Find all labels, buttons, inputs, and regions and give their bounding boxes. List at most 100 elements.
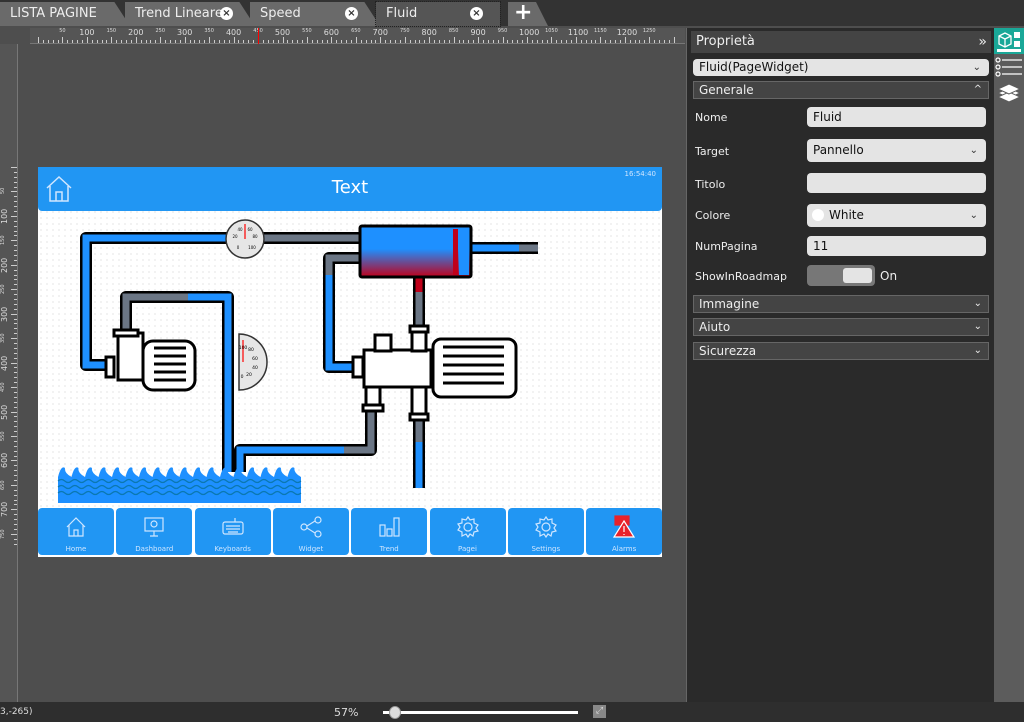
horizontal-ruler: 5010015020025030035040045050055060065070… [30, 28, 685, 44]
page-widget-canvas[interactable]: 40 60 20 80 0 100 100 80 60 40 0 20 Text 16:54:40 H… [38, 167, 663, 557]
ruler-tick [14, 416, 17, 418]
close-icon[interactable]: × [345, 7, 358, 20]
nav-button-trend[interactable]: Trend [351, 508, 428, 555]
nav-button-keyboards[interactable]: Keyboards [194, 508, 271, 555]
ruler-tick [580, 40, 582, 43]
ruler-tick [292, 40, 294, 43]
ruler-tick [14, 499, 17, 501]
ruler-tick [160, 37, 162, 43]
collapse-panel-icon[interactable]: » [978, 31, 987, 53]
close-icon[interactable]: × [470, 7, 483, 20]
ruler-tick [482, 40, 484, 43]
section-immagine[interactable]: Immagine ⌄ [693, 295, 989, 313]
ruler-tick [365, 40, 367, 43]
ruler-tick [14, 294, 17, 296]
section-aiuto[interactable]: Aiuto ⌄ [693, 318, 989, 336]
nome-label: Nome [695, 111, 728, 124]
tab-fluid[interactable]: Fluid × [375, 1, 501, 27]
ruler-tick [668, 40, 670, 43]
section-generale[interactable]: Generale ^ [693, 81, 989, 99]
target-select[interactable]: Pannello ⌄ [807, 139, 986, 162]
ruler-label: 600 [323, 28, 340, 37]
nav-button-dashboard[interactable]: Dashboard [116, 508, 193, 555]
ruler-tick [277, 40, 279, 43]
tab-speed[interactable]: Speed × [250, 2, 380, 26]
nav-button-home[interactable]: Home [38, 508, 114, 555]
ruler-tick [644, 40, 646, 43]
header-title: Text [331, 177, 369, 198]
close-icon[interactable]: × [220, 7, 233, 20]
list-icon[interactable] [994, 56, 1024, 80]
ruler-tick [14, 396, 17, 398]
ruler-tick [199, 40, 201, 43]
ruler-tick [106, 40, 108, 43]
cursor-marker [258, 28, 260, 44]
ruler-tick [223, 40, 225, 43]
gauge-label: 0 [237, 245, 240, 250]
home-icon [66, 517, 86, 537]
ruler-tick [473, 40, 475, 43]
ruler-tick [155, 40, 157, 43]
layers-icon[interactable] [994, 82, 1024, 108]
ruler-tick [194, 40, 196, 43]
ruler-tick [189, 40, 191, 43]
add-tab-button[interactable]: + [508, 2, 548, 26]
tab-bar: LISTA PAGINE Trend Lineare × Speed × Fluid… [0, 0, 1024, 27]
ruler-tick [302, 40, 304, 43]
ruler-label: 100 [79, 28, 95, 37]
ruler-tick [429, 37, 431, 43]
roadmap-value: On [880, 269, 898, 283]
ruler-label: 500 [274, 28, 291, 37]
ruler-tick [14, 196, 17, 198]
widget-select[interactable]: Fluid(PageWidget) ⌄ [693, 59, 989, 76]
nav-button-pagei[interactable]: Pagei [429, 508, 506, 555]
ruler-tick [14, 211, 17, 212]
ruler-tick [571, 40, 572, 43]
ruler-tick [11, 387, 17, 389]
tab-lista-pagine[interactable]: LISTA PAGINE [0, 2, 130, 26]
ruler-label: 1100 [567, 28, 589, 37]
ruler-label: 1250 [642, 28, 656, 34]
ruler-tick [478, 37, 480, 43]
fit-screen-button[interactable]: ⤢ [593, 705, 606, 718]
ruler-tick [130, 40, 132, 43]
nav-button-settings[interactable]: Settings [507, 508, 584, 555]
ruler-label: 1150 [593, 28, 607, 34]
gauge-label: 60 [247, 227, 253, 232]
zoom-slider-handle[interactable] [388, 706, 401, 719]
ruler-tick [14, 450, 17, 452]
ruler-tick [350, 40, 352, 43]
ruler-tick [116, 40, 118, 43]
ruler-tick [174, 40, 176, 43]
nome-input[interactable]: Fluid [807, 107, 986, 127]
ruler-tick [14, 504, 17, 506]
numpagina-input[interactable]: 11 [807, 236, 986, 256]
toggle-knob [843, 268, 872, 283]
ruler-tick [346, 40, 348, 43]
widget-properties-icon[interactable] [994, 28, 1024, 54]
ruler-tick [536, 40, 538, 43]
ruler-tick [399, 40, 401, 43]
ruler-tick [453, 37, 455, 43]
gauge-label: 80 [248, 347, 254, 353]
zoom-slider[interactable] [383, 706, 578, 719]
tab-trend-lineare[interactable]: Trend Lineare × [125, 2, 255, 26]
ruler-label: 900 [470, 28, 486, 37]
color-swatch [812, 209, 824, 221]
ruler-tick [311, 40, 313, 43]
ruler-tick [228, 40, 230, 43]
ruler-tick [590, 40, 592, 43]
nav-button-alarms[interactable]: Alarms [586, 508, 663, 555]
ruler-tick [448, 40, 450, 43]
nav-button-widget[interactable]: Widget [272, 508, 349, 555]
level-bar [453, 229, 458, 275]
ruler-tick [14, 303, 17, 305]
chevron-down-icon: ⌄ [969, 145, 978, 156]
titolo-input[interactable] [807, 173, 986, 193]
colore-select[interactable]: White ⌄ [807, 204, 986, 227]
section-sicurezza[interactable]: Sicurezza ⌄ [693, 342, 989, 360]
ruler-tick [14, 372, 17, 374]
roadmap-toggle[interactable] [807, 265, 875, 286]
ruler-tick [14, 352, 17, 354]
ruler-tick [14, 269, 17, 271]
